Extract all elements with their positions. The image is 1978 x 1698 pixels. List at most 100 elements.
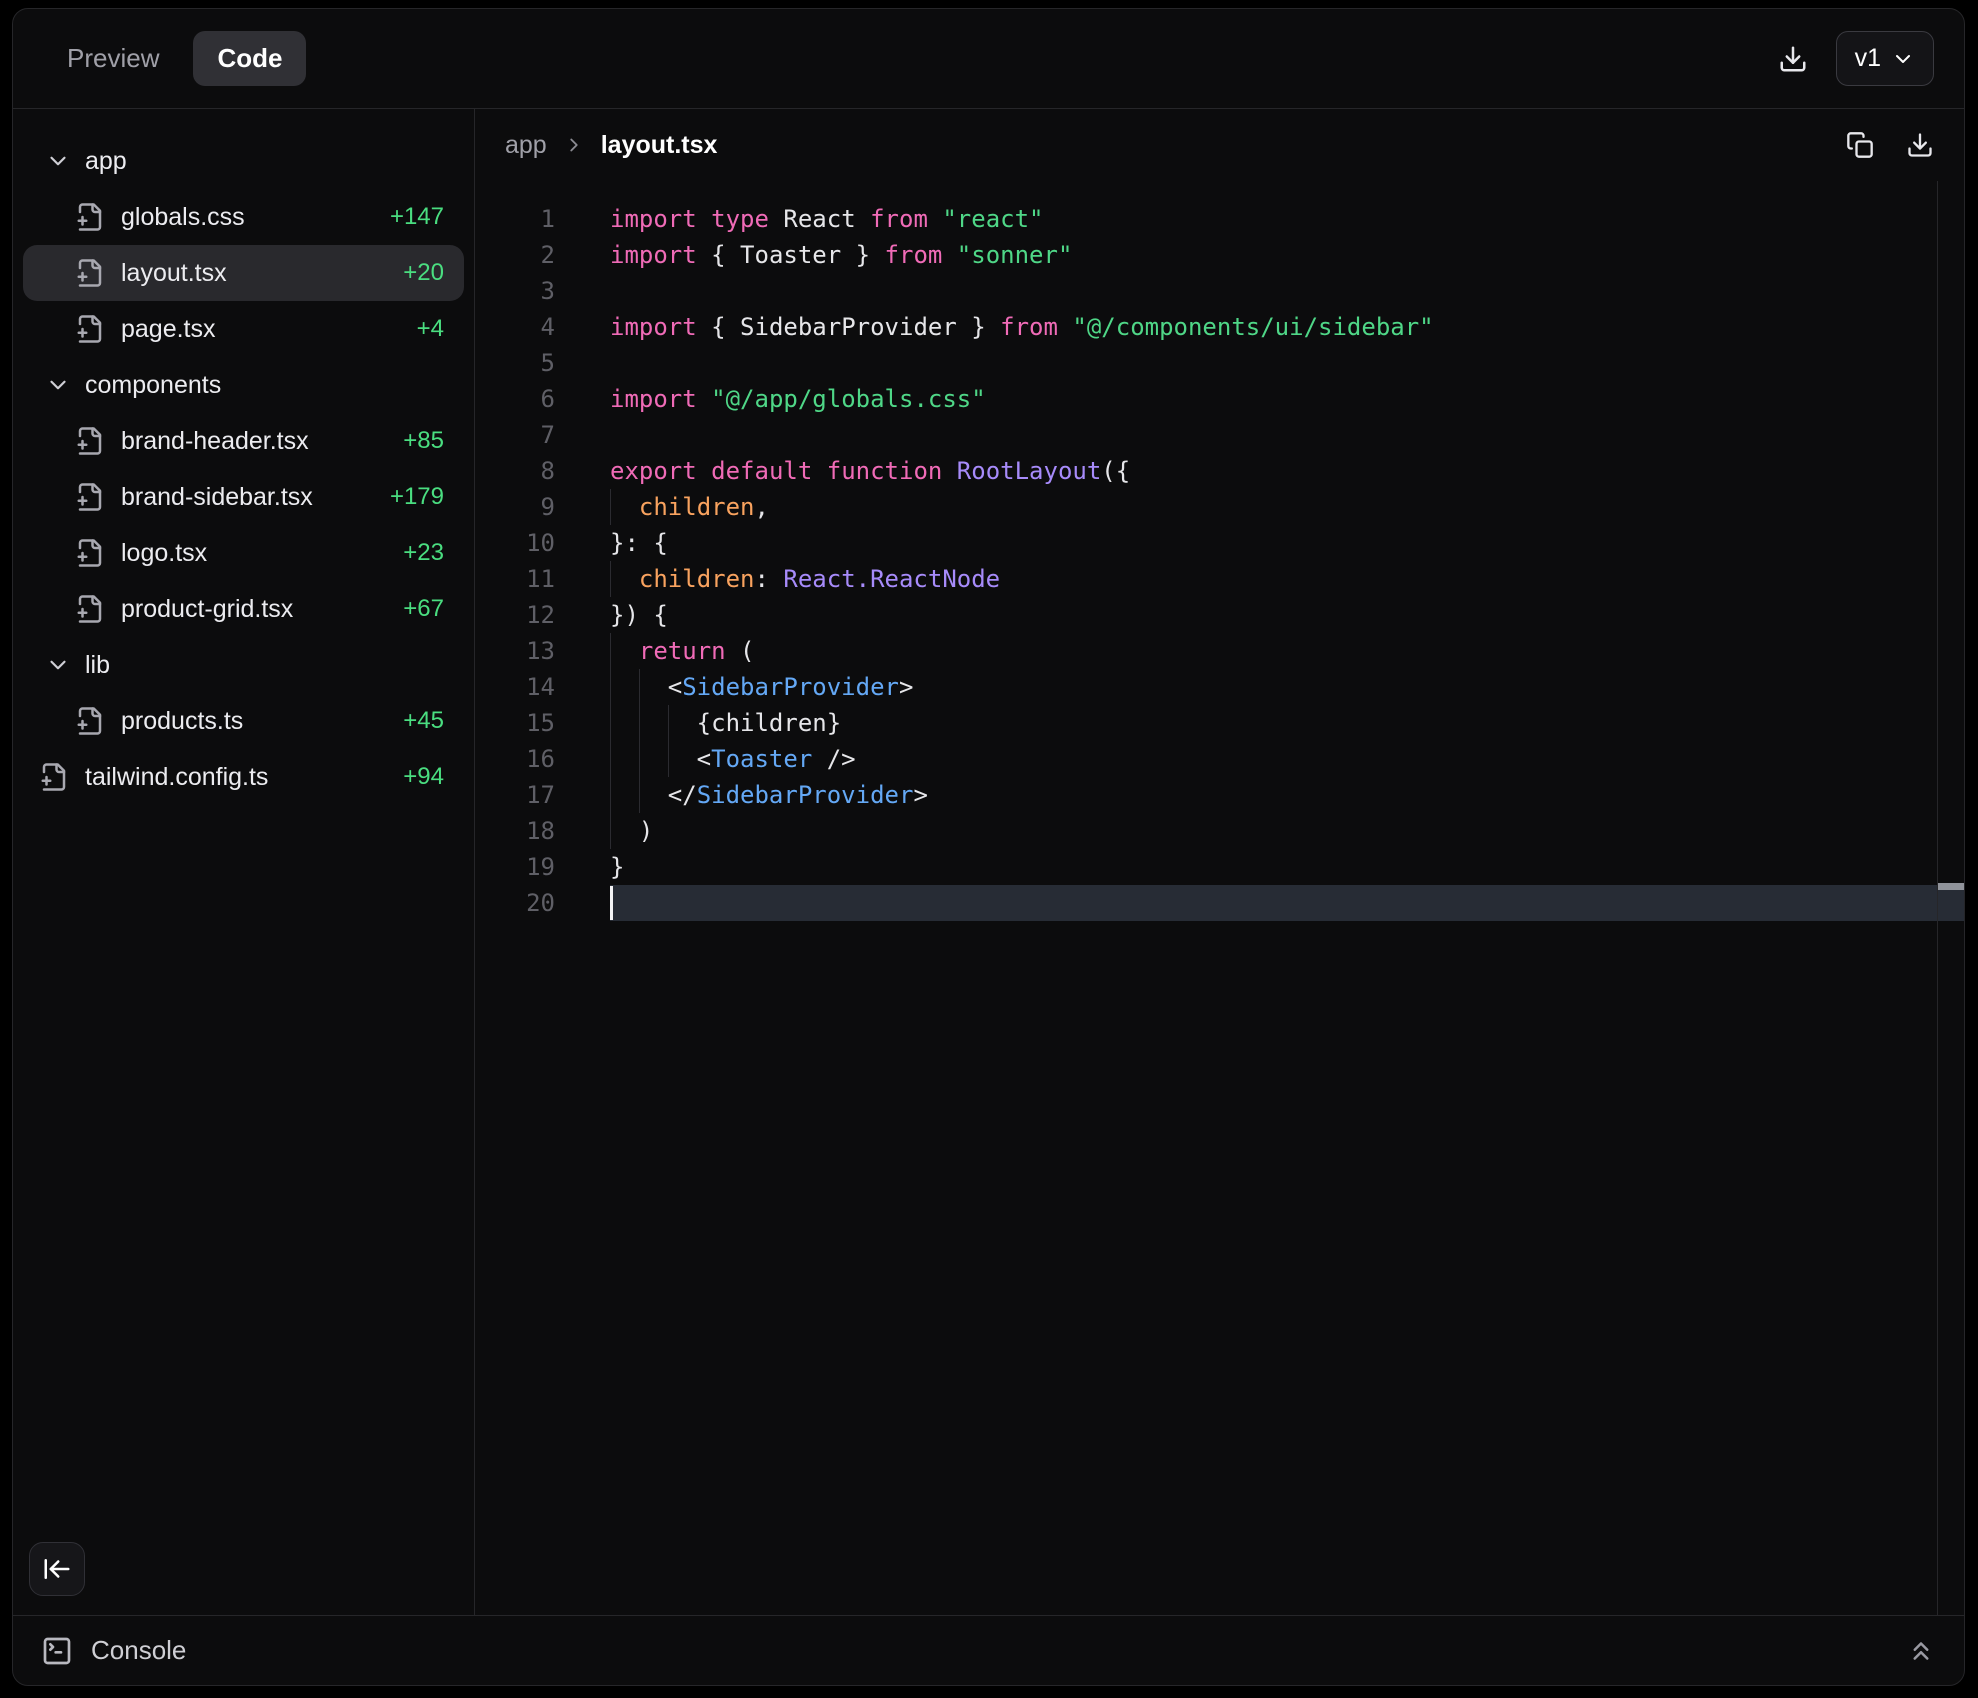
indent-guide [610, 777, 639, 813]
download-icon [1906, 131, 1934, 159]
code-line-7[interactable]: 7 [475, 417, 1964, 453]
overview-ruler[interactable] [1937, 181, 1964, 1615]
line-number: 7 [475, 417, 555, 453]
version-dropdown[interactable]: v1 [1836, 31, 1934, 86]
code-line-18[interactable]: 18) [475, 813, 1964, 849]
added-lines-badge: +94 [403, 763, 444, 791]
code-line-10[interactable]: 10}: { [475, 525, 1964, 561]
tree-file-brand-header.tsx[interactable]: brand-header.tsx+85 [23, 413, 464, 469]
indent-guide [610, 705, 639, 741]
line-number: 18 [475, 813, 555, 849]
added-lines-badge: +179 [390, 483, 444, 511]
tree-file-page.tsx[interactable]: page.tsx +4 [23, 301, 464, 357]
console-bar[interactable]: Console [13, 1615, 1964, 1685]
line-content: <SidebarProvider> [610, 669, 1964, 705]
file-name: lib [85, 651, 110, 680]
file-name: products.ts [121, 707, 243, 736]
terminal-icon [41, 1635, 73, 1667]
line-content: } [610, 849, 1964, 885]
added-lines-badge: +20 [403, 259, 444, 287]
download-file-button[interactable] [1906, 131, 1934, 159]
code-line-9[interactable]: 9children, [475, 489, 1964, 525]
line-content: import { Toaster } from "sonner" [610, 237, 1964, 273]
file-plus-icon [75, 314, 105, 344]
line-content: <Toaster /> [610, 741, 1964, 777]
line-number: 20 [475, 885, 555, 921]
code-line-1[interactable]: 1import type React from "react" [475, 201, 1964, 237]
file-name: tailwind.config.ts [85, 763, 268, 792]
line-content: </SidebarProvider> [610, 777, 1964, 813]
code-line-12[interactable]: 12 }) { [475, 597, 1964, 633]
code-line-19[interactable]: 19} [475, 849, 1964, 885]
line-content [610, 885, 1964, 921]
code-line-4[interactable]: 4import { SidebarProvider } from "@/comp… [475, 309, 1964, 345]
file-plus-icon [75, 202, 105, 232]
download-button[interactable] [1778, 44, 1808, 74]
indent-guide [639, 669, 668, 705]
added-lines-badge: +4 [417, 315, 444, 343]
file-plus-icon [75, 426, 105, 456]
code-line-5[interactable]: 5 [475, 345, 1964, 381]
added-lines-badge: +85 [403, 427, 444, 455]
tree-file-brand-sidebar.tsx[interactable]: brand-sidebar.tsx+179 [23, 469, 464, 525]
tree-file-products.ts[interactable]: products.ts +45 [23, 693, 464, 749]
chevron-down-icon [45, 372, 71, 398]
tree-file-product-grid.tsx[interactable]: product-grid.tsx+67 [23, 581, 464, 637]
tab-code[interactable]: Code [193, 31, 306, 86]
chevrons-up-icon[interactable] [1906, 1636, 1936, 1666]
tree-file-logo.tsx[interactable]: logo.tsx+23 [23, 525, 464, 581]
collapse-sidebar-button[interactable] [29, 1542, 85, 1596]
code-line-8[interactable]: 8export default function RootLayout({ [475, 453, 1964, 489]
code-line-14[interactable]: 14<SidebarProvider> [475, 669, 1964, 705]
view-toggle: Preview Code [43, 31, 306, 86]
code-line-11[interactable]: 11children: React.ReactNode [475, 561, 1964, 597]
code-line-17[interactable]: 17</SidebarProvider> [475, 777, 1964, 813]
tree-file-tailwind.config.ts[interactable]: tailwind.config.ts +94 [23, 749, 464, 805]
code-line-16[interactable]: 16 <Toaster /> [475, 741, 1964, 777]
console-label: Console [91, 1635, 186, 1666]
added-lines-badge: +45 [403, 707, 444, 735]
file-plus-icon [75, 538, 105, 568]
indent-guide [639, 705, 668, 741]
breadcrumb-dir[interactable]: app [505, 131, 547, 160]
code-line-3[interactable]: 3 [475, 273, 1964, 309]
code-line-15[interactable]: 15 {children} [475, 705, 1964, 741]
top-bar-actions: v1 [1778, 31, 1934, 86]
code-line-13[interactable]: 13return ( [475, 633, 1964, 669]
code-line-2[interactable]: 2 import { Toaster } from "sonner" [475, 237, 1964, 273]
indent-guide [610, 561, 639, 597]
file-plus-icon [39, 762, 69, 792]
tab-preview[interactable]: Preview [43, 31, 183, 86]
copy-icon [1846, 131, 1874, 159]
indent-guide [610, 669, 639, 705]
line-number: 16 [475, 741, 555, 777]
line-content: ) [610, 813, 1964, 849]
line-number: 6 [475, 381, 555, 417]
code-line-6[interactable]: 6import "@/app/globals.css" [475, 381, 1964, 417]
tree-file-layout.tsx[interactable]: layout.tsx+20 [23, 245, 464, 301]
code-view-panel: Preview Code v1 app globals.css +147 layout… [12, 8, 1965, 1686]
cursor-position-marker [1938, 883, 1964, 890]
code-editor[interactable]: 1import type React from "react"2 import {… [475, 181, 1964, 1615]
code-line-20[interactable]: 20 [475, 885, 1964, 921]
line-content: {children} [610, 705, 1964, 741]
tree-folder-components[interactable]: components [23, 357, 464, 413]
code-lines: 1import type React from "react"2 import {… [475, 201, 1964, 921]
line-number: 2 [475, 237, 555, 273]
line-number: 12 [475, 597, 555, 633]
copy-code-button[interactable] [1846, 131, 1874, 159]
line-content: }) { [610, 597, 1964, 633]
added-lines-badge: +147 [390, 203, 444, 231]
tree-folder-lib[interactable]: lib [23, 637, 464, 693]
added-lines-badge: +23 [403, 539, 444, 567]
tree-file-globals.css[interactable]: globals.css +147 [23, 189, 464, 245]
line-content [610, 417, 1964, 453]
line-number: 11 [475, 561, 555, 597]
tree-folder-app[interactable]: app [23, 133, 464, 189]
indent-guide [668, 741, 697, 777]
line-content: children, [610, 489, 1964, 525]
line-number: 15 [475, 705, 555, 741]
file-name: page.tsx [121, 315, 216, 344]
file-name: globals.css [121, 203, 245, 232]
chevron-right-icon [563, 134, 585, 156]
